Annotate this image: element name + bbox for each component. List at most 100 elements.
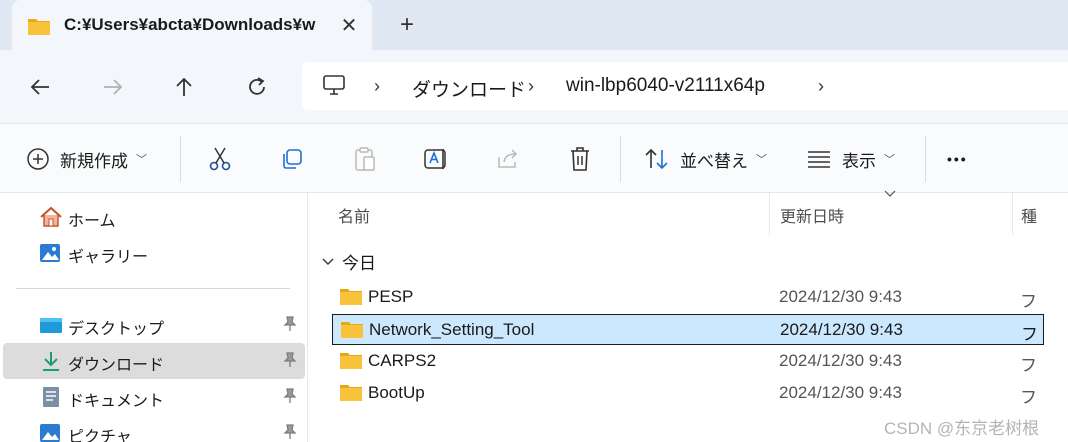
- trash-icon: [571, 147, 589, 171]
- sidebar-item-desktop[interactable]: デスクトップ: [3, 307, 305, 343]
- file-name: CARPS2: [368, 351, 437, 370]
- file-modified: 2024/12/30 9:43: [779, 287, 902, 306]
- refresh-icon: [249, 77, 265, 95]
- column-header-modified[interactable]: 更新日時: [780, 203, 844, 227]
- folder-icon: [339, 288, 363, 311]
- home-icon: [39, 206, 62, 228]
- breadcrumb-expand-chevron[interactable]: ›: [818, 76, 824, 97]
- breadcrumb-downloads[interactable]: ダウンロード: [412, 75, 526, 102]
- file-modified: 2024/12/30 9:43: [779, 351, 902, 370]
- clipboard-icon: [355, 147, 375, 171]
- up-button[interactable]: [166, 69, 202, 105]
- share-button[interactable]: [496, 124, 520, 194]
- sidebar-divider: [16, 288, 290, 289]
- pin-icon[interactable]: [283, 316, 297, 335]
- chevron-down-icon: ﹀: [884, 154, 895, 166]
- navigation-pane: ホーム ギャラリー デスクトップ ダウンロード ドキュメント ピクチャ: [0, 193, 308, 442]
- file-type: フ: [1020, 388, 1037, 407]
- cut-button[interactable]: [208, 124, 232, 194]
- chevron-down-icon: ﹀: [136, 154, 147, 166]
- pin-icon[interactable]: [283, 352, 297, 371]
- tab-strip: C:¥Users¥abcta¥Downloads¥w ✕ +: [0, 0, 1068, 50]
- sidebar-item-documents[interactable]: ドキュメント: [3, 379, 305, 415]
- column-divider[interactable]: [1012, 193, 1013, 235]
- view-button-label: 表示: [842, 151, 876, 171]
- column-header-type[interactable]: 種: [1021, 203, 1037, 227]
- divider: [180, 136, 181, 182]
- download-icon: [39, 350, 61, 372]
- watermark: CSDN @东京老树根: [884, 419, 1040, 438]
- forward-arrow-icon: [104, 79, 123, 95]
- paste-button[interactable]: [353, 124, 377, 194]
- sidebar-item-downloads[interactable]: ダウンロード: [3, 343, 305, 379]
- sidebar-item-label: ドキュメント: [68, 393, 165, 410]
- folder-icon: [340, 321, 364, 344]
- sort-indicator-icon: [884, 189, 896, 201]
- file-row[interactable]: PESP 2024/12/30 9:43 フ: [332, 282, 1044, 313]
- divider: [620, 136, 621, 182]
- refresh-button[interactable]: [239, 69, 275, 105]
- file-name: BootUp: [368, 383, 425, 402]
- forward-button[interactable]: [95, 69, 131, 105]
- rename-button[interactable]: [423, 124, 449, 194]
- sidebar-item-gallery[interactable]: ギャラリー: [3, 235, 305, 271]
- breadcrumb-separator[interactable]: ›: [528, 76, 534, 97]
- sidebar-item-label: ギャラリー: [68, 249, 149, 266]
- file-name: Network_Setting_Tool: [369, 320, 535, 339]
- sort-icon: [645, 148, 668, 170]
- sidebar-item-label: ダウンロード: [68, 357, 165, 374]
- column-header-name[interactable]: 名前: [338, 203, 370, 227]
- pin-icon[interactable]: [283, 424, 297, 442]
- file-type: フ: [1020, 292, 1037, 311]
- pictures-icon: [39, 422, 61, 442]
- new-button-label: 新規作成: [60, 151, 128, 171]
- this-pc-icon[interactable]: [322, 74, 346, 101]
- group-label: 今日: [342, 254, 376, 273]
- scissors-icon: [209, 147, 231, 171]
- sidebar-item-home[interactable]: ホーム: [3, 199, 305, 235]
- folder-icon: [339, 352, 363, 375]
- sidebar-item-label: ホーム: [68, 213, 116, 230]
- file-name: PESP: [368, 287, 414, 306]
- sidebar-item-pictures[interactable]: ピクチャ: [3, 415, 305, 442]
- up-arrow-icon: [176, 77, 192, 96]
- command-bar: 新規作成 ﹀ 並べ替え ﹀ 表示 ﹀ •••: [0, 123, 1068, 193]
- documents-icon: [39, 386, 61, 408]
- tab-title: C:¥Users¥abcta¥Downloads¥w: [64, 15, 316, 34]
- file-type: フ: [1021, 325, 1038, 344]
- new-tab-button[interactable]: +: [392, 10, 422, 40]
- address-bar[interactable]: › ダウンロード › win-lbp6040-v2111x64p ›: [302, 62, 1068, 110]
- copy-icon: [283, 149, 302, 169]
- sidebar-item-label: ピクチャ: [68, 429, 132, 442]
- file-modified: 2024/12/30 9:43: [780, 320, 903, 339]
- view-list-icon: [808, 151, 830, 168]
- more-options-button[interactable]: •••: [947, 124, 968, 194]
- view-button[interactable]: 表示 ﹀: [806, 124, 895, 194]
- delete-button[interactable]: [568, 124, 592, 194]
- file-modified: 2024/12/30 9:43: [779, 383, 902, 402]
- breadcrumb-current-folder[interactable]: win-lbp6040-v2111x64p: [566, 75, 765, 97]
- back-button[interactable]: [22, 69, 58, 105]
- group-header-today[interactable]: 今日: [322, 249, 376, 274]
- column-divider[interactable]: [769, 193, 770, 235]
- close-tab-button[interactable]: ✕: [334, 10, 364, 40]
- chevron-down-icon: ﹀: [756, 154, 767, 166]
- new-button[interactable]: 新規作成 ﹀: [26, 124, 147, 194]
- desktop-icon: [39, 314, 62, 336]
- gallery-icon: [39, 242, 61, 264]
- sort-button[interactable]: 並べ替え ﹀: [644, 124, 767, 194]
- file-row-selected[interactable]: Network_Setting_Tool 2024/12/30 9:43 フ: [332, 314, 1044, 345]
- pin-icon[interactable]: [283, 388, 297, 407]
- breadcrumb-separator[interactable]: ›: [374, 76, 380, 97]
- folder-icon: [339, 384, 363, 407]
- divider: [925, 136, 926, 182]
- explorer-tab[interactable]: C:¥Users¥abcta¥Downloads¥w ✕: [12, 0, 372, 50]
- chevron-down-icon: [322, 258, 334, 265]
- copy-button[interactable]: [280, 124, 304, 194]
- rename-icon: [424, 149, 446, 169]
- navigation-bar: › ダウンロード › win-lbp6040-v2111x64p ›: [0, 50, 1068, 123]
- share-icon: [498, 149, 518, 168]
- file-row[interactable]: BootUp 2024/12/30 9:43 フ: [332, 378, 1044, 409]
- file-row[interactable]: CARPS2 2024/12/30 9:43 フ: [332, 346, 1044, 377]
- sidebar-item-label: デスクトップ: [68, 321, 165, 338]
